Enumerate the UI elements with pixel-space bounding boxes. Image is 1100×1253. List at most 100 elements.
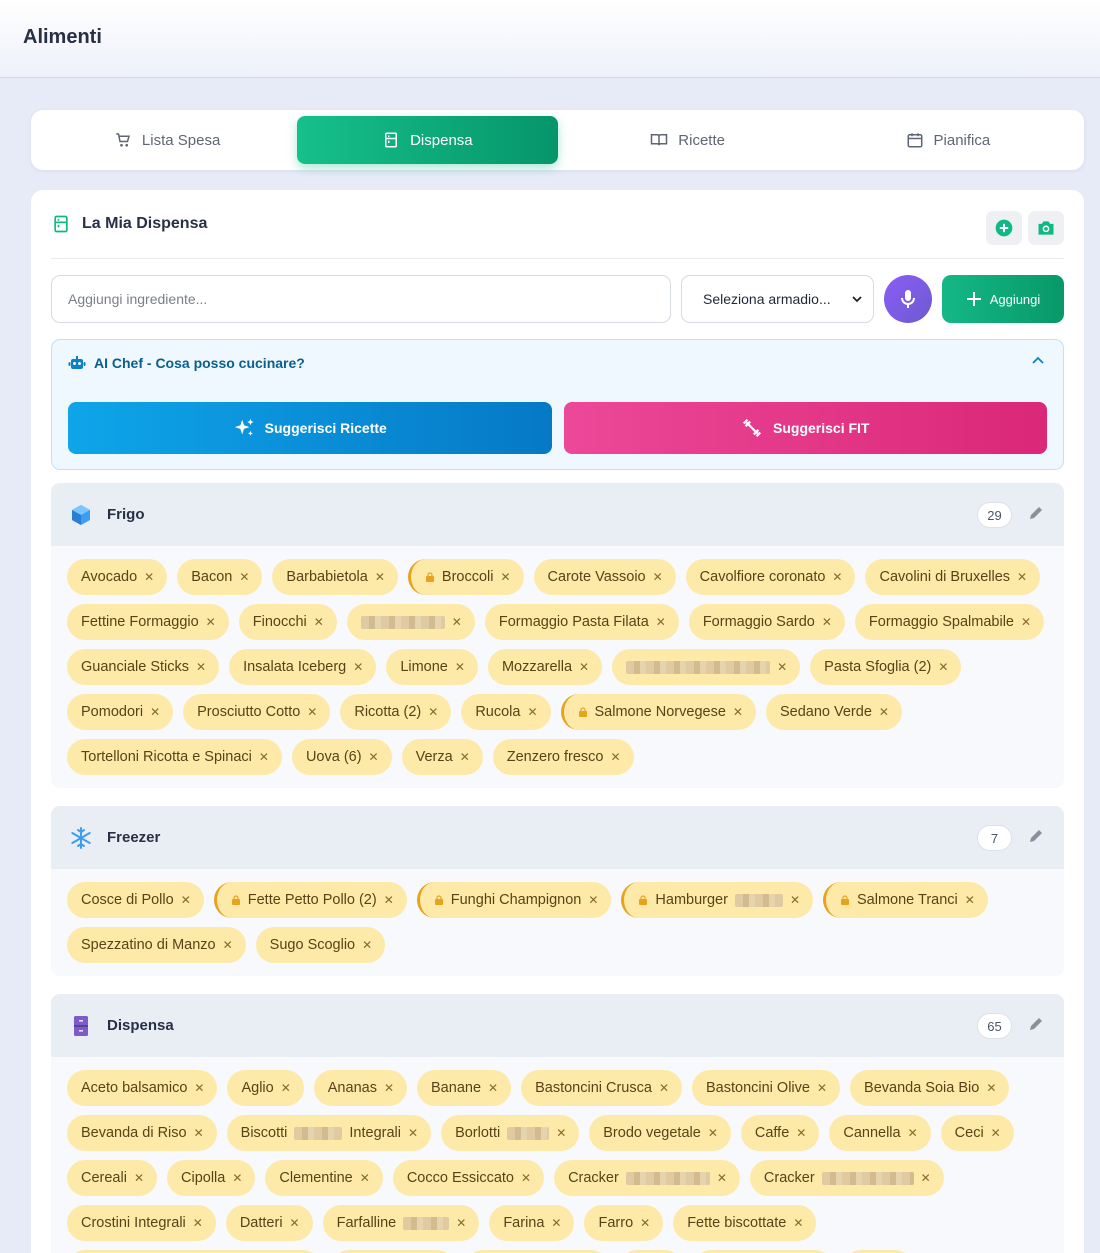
food-chip[interactable]: Finocchi ✕	[238, 604, 337, 640]
remove-icon[interactable]: ✕	[384, 1081, 394, 1095]
food-chip[interactable]: Farfalline ✕	[322, 1205, 480, 1241]
food-chip[interactable]: Aglio ✕	[227, 1070, 304, 1106]
food-chip[interactable]: Prosciutto Cotto ✕	[183, 694, 331, 730]
remove-icon[interactable]: ✕	[790, 893, 800, 907]
remove-icon[interactable]: ✕	[290, 1216, 300, 1230]
food-chip[interactable]: Avocado ✕	[67, 559, 168, 595]
food-chip[interactable]: Datteri ✕	[225, 1205, 313, 1241]
remove-icon[interactable]: ✕	[777, 660, 787, 674]
remove-icon[interactable]: ✕	[708, 1126, 718, 1140]
food-chip[interactable]: Rucola ✕	[461, 694, 551, 730]
remove-icon[interactable]: ✕	[832, 570, 842, 584]
remove-icon[interactable]: ✕	[986, 1081, 996, 1095]
food-chip-redacted[interactable]: ✕	[346, 604, 475, 640]
food-chip[interactable]: Tortelloni Ricotta e Spinaci ✕	[67, 739, 282, 775]
remove-icon[interactable]: ✕	[456, 1216, 466, 1230]
food-chip[interactable]: Biscotti Integrali ✕	[226, 1115, 432, 1151]
food-chip[interactable]: Sugo Scoglio ✕	[255, 927, 386, 963]
food-chip[interactable]: Salmone Norvegese ✕	[560, 694, 756, 730]
remove-icon[interactable]: ✕	[193, 1216, 203, 1230]
camera-button[interactable]	[1028, 211, 1064, 245]
food-chip[interactable]: Cipolla ✕	[167, 1160, 256, 1196]
food-chip[interactable]: Bevanda Soia Bio ✕	[850, 1070, 1010, 1106]
food-chip[interactable]: Pomodori ✕	[67, 694, 174, 730]
food-chip[interactable]: Banane ✕	[417, 1070, 512, 1106]
food-chip[interactable]: Formaggio Spalmabile ✕	[854, 604, 1045, 640]
food-chip[interactable]: Cosce di Pollo ✕	[67, 882, 204, 918]
food-chip[interactable]: Ricotta (2) ✕	[340, 694, 452, 730]
remove-icon[interactable]: ✕	[879, 705, 889, 719]
remove-icon[interactable]: ✕	[362, 938, 372, 952]
remove-icon[interactable]: ✕	[822, 615, 832, 629]
remove-icon[interactable]: ✕	[281, 1081, 291, 1095]
remove-icon[interactable]: ✕	[307, 705, 317, 719]
food-chip[interactable]: Clementine ✕	[265, 1160, 383, 1196]
tab-pianifica[interactable]: Pianifica	[818, 116, 1078, 164]
remove-icon[interactable]: ✕	[428, 705, 438, 719]
remove-icon[interactable]: ✕	[579, 660, 589, 674]
food-chip[interactable]: Funghi Champignon ✕	[416, 882, 612, 918]
remove-icon[interactable]: ✕	[659, 1081, 669, 1095]
suggest-recipes-button[interactable]: Suggerisci Ricette	[68, 402, 552, 454]
food-chip[interactable]: Zenzero fresco ✕	[492, 739, 634, 775]
food-chip[interactable]: Bevanda di Riso ✕	[67, 1115, 217, 1151]
remove-icon[interactable]: ✕	[232, 1171, 242, 1185]
food-chip[interactable]: Cereali ✕	[67, 1160, 157, 1196]
remove-icon[interactable]: ✕	[259, 750, 269, 764]
remove-icon[interactable]: ✕	[796, 1126, 806, 1140]
food-chip[interactable]: Sedano Verde ✕	[765, 694, 902, 730]
food-chip[interactable]: Broccoli ✕	[407, 559, 524, 595]
food-chip[interactable]: Ananas ✕	[313, 1070, 408, 1106]
food-chip[interactable]: Fettine Formaggio ✕	[67, 604, 229, 640]
remove-icon[interactable]: ✕	[717, 1171, 727, 1185]
remove-icon[interactable]: ✕	[1021, 615, 1031, 629]
food-chip[interactable]: Fette biscottate ✕	[673, 1205, 817, 1241]
remove-icon[interactable]: ✕	[460, 750, 470, 764]
remove-icon[interactable]: ✕	[196, 660, 206, 674]
remove-icon[interactable]: ✕	[455, 660, 465, 674]
remove-icon[interactable]: ✕	[375, 570, 385, 584]
remove-icon[interactable]: ✕	[223, 938, 233, 952]
remove-icon[interactable]: ✕	[521, 1171, 531, 1185]
remove-icon[interactable]: ✕	[938, 660, 948, 674]
remove-icon[interactable]: ✕	[1017, 570, 1027, 584]
remove-icon[interactable]: ✕	[150, 705, 160, 719]
food-chip[interactable]: Barbabietola ✕	[272, 559, 398, 595]
pencil-icon[interactable]	[1028, 828, 1044, 844]
food-chip[interactable]: Cavolfiore coronato ✕	[685, 559, 856, 595]
food-chip[interactable]: Limone ✕	[386, 649, 478, 685]
remove-icon[interactable]: ✕	[610, 750, 620, 764]
food-chip[interactable]: Ceci ✕	[940, 1115, 1014, 1151]
remove-icon[interactable]: ✕	[452, 615, 462, 629]
pencil-icon[interactable]	[1028, 1016, 1044, 1032]
remove-icon[interactable]: ✕	[314, 615, 324, 629]
remove-icon[interactable]: ✕	[408, 1126, 418, 1140]
remove-icon[interactable]: ✕	[488, 1081, 498, 1095]
food-chip[interactable]: Borlotti ✕	[441, 1115, 580, 1151]
suggest-fit-button[interactable]: Suggerisci FIT	[563, 402, 1047, 454]
food-chip[interactable]: Uova (6) ✕	[291, 739, 392, 775]
remove-icon[interactable]: ✕	[908, 1126, 918, 1140]
remove-icon[interactable]: ✕	[817, 1081, 827, 1095]
add-button[interactable]: Aggiungi	[942, 275, 1064, 323]
remove-icon[interactable]: ✕	[640, 1216, 650, 1230]
remove-icon[interactable]: ✕	[656, 615, 666, 629]
remove-icon[interactable]: ✕	[384, 893, 394, 907]
food-chip[interactable]: Aceto balsamico ✕	[67, 1070, 218, 1106]
food-chip[interactable]: Cracker ✕	[554, 1160, 740, 1196]
remove-icon[interactable]: ✕	[653, 570, 663, 584]
food-chip[interactable]: Insalata Iceberg ✕	[229, 649, 377, 685]
remove-icon[interactable]: ✕	[991, 1126, 1001, 1140]
voice-input-button[interactable]	[884, 275, 932, 323]
food-chip[interactable]: Guanciale Sticks ✕	[67, 649, 220, 685]
food-chip[interactable]: Farina ✕	[489, 1205, 575, 1241]
food-chip[interactable]: Hamburger ✕	[621, 882, 814, 918]
food-chip[interactable]: Spezzatino di Manzo ✕	[67, 927, 246, 963]
tab-ricette[interactable]: Ricette	[558, 116, 818, 164]
remove-icon[interactable]: ✕	[360, 1171, 370, 1185]
remove-icon[interactable]: ✕	[206, 615, 216, 629]
remove-icon[interactable]: ✕	[588, 893, 598, 907]
remove-icon[interactable]: ✕	[527, 705, 537, 719]
remove-icon[interactable]: ✕	[239, 570, 249, 584]
food-chip[interactable]: Brodo vegetale ✕	[589, 1115, 731, 1151]
